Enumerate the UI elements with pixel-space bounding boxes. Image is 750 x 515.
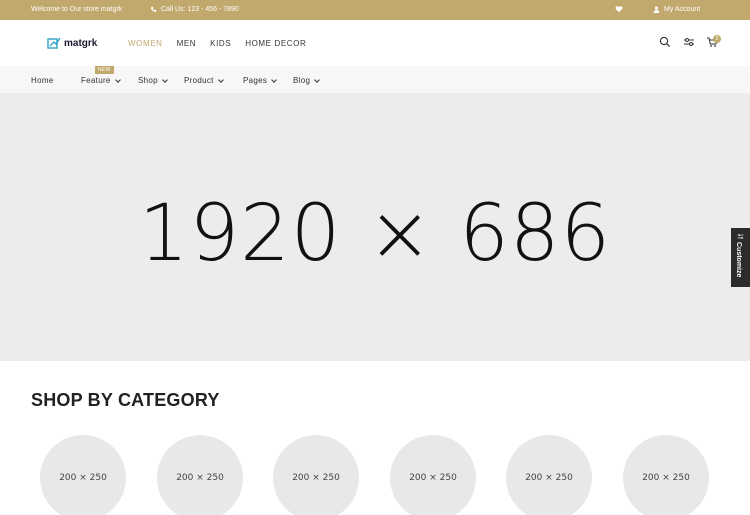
wishlist-link[interactable] — [615, 5, 623, 15]
subnav-blog-label: Blog — [293, 76, 311, 85]
cart-count-badge: 2 — [713, 35, 721, 43]
secondary-nav: NEW Home Feature Shop Product Pages Blog — [0, 66, 750, 94]
chevron-down-icon — [271, 76, 278, 83]
subnav-product-label: Product — [184, 76, 214, 85]
logo-mark-icon — [47, 37, 61, 49]
subnav-pages-label: Pages — [243, 76, 268, 85]
chevron-down-icon — [217, 76, 224, 83]
category-item[interactable]: 200 × 250 — [623, 435, 709, 515]
main-header: matgrk WOMEN MEN KIDS HOME DECOR 2 — [0, 20, 750, 66]
nav-home-decor[interactable]: HOME DECOR — [245, 39, 306, 48]
subnav-shop-label: Shop — [138, 76, 158, 85]
category-item[interactable]: 200 × 250 — [506, 435, 592, 515]
sliders-icon — [737, 234, 744, 239]
category-item[interactable]: 200 × 250 — [273, 435, 359, 515]
top-bar: Welcome to Our store matgrk Call Us: 123… — [0, 0, 750, 20]
subnav-home[interactable]: Home — [31, 76, 54, 85]
chevron-down-icon — [162, 76, 168, 83]
phone-text: Call Us: 123 - 456 - 7890 — [161, 6, 239, 13]
subnav-feature[interactable]: Feature — [81, 76, 121, 85]
category-item[interactable]: 200 × 250 — [40, 435, 126, 515]
search-icon[interactable] — [659, 36, 671, 48]
subnav-blog[interactable]: Blog — [293, 76, 321, 85]
main-nav: WOMEN MEN KIDS HOME DECOR — [128, 39, 320, 48]
chevron-down-icon — [314, 76, 321, 83]
subnav-shop[interactable]: Shop — [138, 76, 168, 85]
settings-sliders-icon[interactable] — [683, 36, 695, 48]
section-title-text: SHOP BY CATEGORY — [31, 390, 220, 410]
hero-placeholder-text: 1920 × 686 — [138, 189, 612, 279]
subnav-product[interactable]: Product — [184, 76, 224, 85]
subnav-home-label: Home — [31, 76, 54, 85]
subnav-pages[interactable]: Pages — [243, 76, 278, 85]
hero-banner: 1920 × 686 — [0, 94, 750, 361]
account-text: My Account — [664, 6, 701, 13]
user-icon — [653, 6, 660, 13]
logo-text: matgrk — [64, 37, 98, 49]
new-badge: NEW — [95, 66, 114, 74]
subnav-feature-label: Feature — [81, 76, 111, 85]
customize-label: Customize — [735, 242, 742, 278]
nav-women[interactable]: WOMEN — [128, 39, 163, 48]
logo[interactable]: matgrk — [47, 37, 97, 49]
nav-men[interactable]: MEN — [177, 39, 197, 48]
heart-icon — [615, 6, 623, 13]
category-item[interactable]: 200 × 250 — [157, 435, 243, 515]
welcome-text: Welcome to Our store matgrk — [31, 6, 123, 13]
nav-kids[interactable]: KIDS — [210, 39, 231, 48]
customize-button[interactable]: Customize — [731, 228, 750, 287]
section-title: SHOP BY CATEGORY — [31, 390, 261, 411]
account-link[interactable]: My Account — [653, 6, 700, 13]
chevron-down-icon — [114, 76, 121, 83]
phone-icon — [151, 6, 157, 12]
phone-info[interactable]: Call Us: 123 - 456 - 7890 — [150, 6, 239, 13]
category-item[interactable]: 200 × 250 — [390, 435, 476, 515]
